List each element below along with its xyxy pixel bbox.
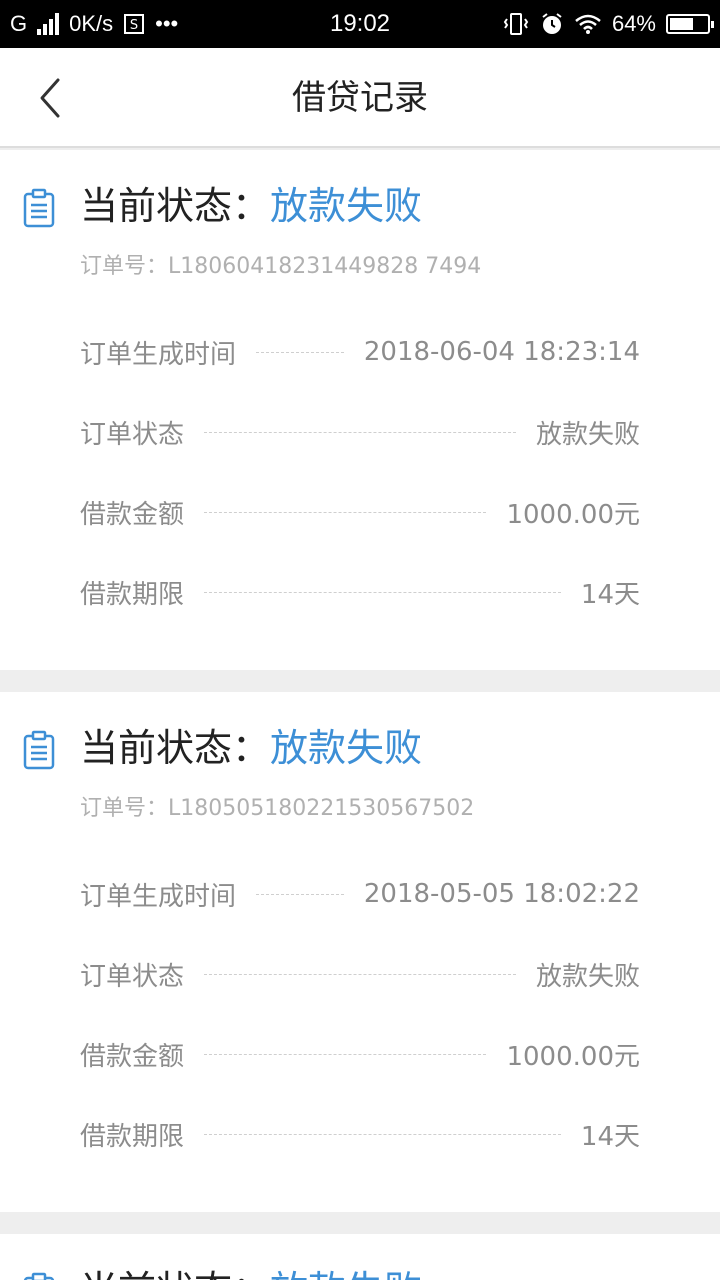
battery-percent: 64% [611,11,656,36]
clipboard-icon [23,1272,55,1280]
status-label: 当前状态： [80,184,271,228]
row-label: 借款金额 [80,499,185,530]
detail-row-loan-term: 借款期限 14天 [80,572,640,612]
vibrate-icon [503,13,529,35]
status-bar: G 0K/s S ••• 19:02 64% [0,0,720,48]
current-status: 当前状态：放款失败 [80,178,422,234]
current-status: 当前状态：放款失败 [80,720,422,776]
detail-row-created-time: 订单生成时间 2018-05-05 18:02:22 [80,874,640,914]
alarm-icon [542,13,562,34]
nav-bar: 借贷记录 [0,48,720,148]
row-label: 订单状态 [80,419,185,450]
loan-record-card[interactable]: 当前状态：放款失败 [0,1234,720,1280]
clipboard-icon [23,730,55,770]
status-label: 当前状态： [80,726,271,770]
dashed-divider [204,1133,561,1135]
row-label: 借款金额 [80,1041,185,1072]
status-value: 放款失败 [270,184,423,228]
back-arrow-icon [40,78,60,118]
detail-row-order-status: 订单状态 放款失败 [80,954,640,994]
order-number: 订单号：L180505180221530567502 [80,796,475,821]
row-label: 借款期限 [80,579,185,610]
row-value: 放款失败 [535,419,640,450]
row-value: 14天 [580,1121,640,1152]
detail-row-created-time: 订单生成时间 2018-06-04 18:23:14 [80,332,640,372]
detail-row-loan-amount: 借款金额 1000.00元 [80,1034,640,1074]
battery-fill [670,18,693,30]
row-label: 订单生成时间 [80,881,237,912]
clipboard-icon [23,188,55,228]
dashed-divider [204,591,561,593]
battery-icon [666,14,714,34]
dashed-divider [204,431,516,433]
status-bar-right: 64% [502,0,714,48]
dashed-divider [204,511,487,513]
status-label: 当前状态： [80,1268,270,1280]
detail-row-loan-term: 借款期限 14天 [80,1114,640,1154]
row-label: 订单生成时间 [80,339,237,370]
dashed-divider [256,351,344,353]
row-label: 订单状态 [80,961,185,992]
detail-row-order-status: 订单状态 放款失败 [80,412,640,452]
status-value: 放款失败 [270,1268,422,1280]
dashed-divider [204,973,516,975]
row-label: 借款期限 [80,1121,185,1152]
loan-record-card[interactable]: 当前状态：放款失败 订单号：L18060418231449828 7494 订单… [0,150,720,670]
wifi-icon [575,14,601,34]
row-value: 放款失败 [535,961,640,992]
back-button[interactable] [24,66,84,130]
row-value: 14天 [580,579,640,610]
order-number: 订单号：L18060418231449828 7494 [80,254,482,279]
status-value: 放款失败 [270,726,423,770]
dashed-divider [256,893,344,895]
page-title: 借贷记录 [292,78,428,118]
dashed-divider [204,1053,487,1055]
loan-record-card[interactable]: 当前状态：放款失败 订单号：L180505180221530567502 订单生… [0,692,720,1212]
row-value: 2018-06-04 18:23:14 [363,337,640,367]
row-value: 1000.00元 [506,499,640,530]
current-status: 当前状态：放款失败 [80,1262,422,1280]
detail-row-loan-amount: 借款金额 1000.00元 [80,492,640,532]
row-value: 1000.00元 [506,1041,640,1072]
row-value: 2018-05-05 18:02:22 [363,879,640,909]
